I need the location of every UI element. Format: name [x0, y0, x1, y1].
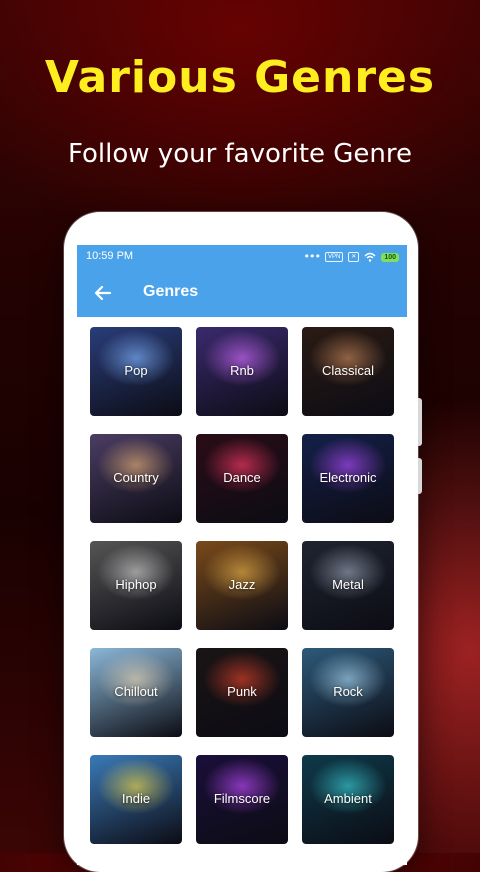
app-bar: Genres	[77, 269, 407, 317]
status-time: 10:59 PM	[86, 250, 134, 262]
promo-headline: Various Genres	[44, 52, 436, 103]
genre-tile-chillout[interactable]: Chillout	[90, 648, 182, 737]
genre-label: Ambient	[324, 791, 372, 806]
vpn-icon: VPN	[324, 252, 344, 262]
genre-label: Pop	[124, 363, 148, 378]
genre-label: Metal	[332, 577, 364, 592]
genre-label: Classical	[321, 363, 374, 378]
genre-tile-jazz[interactable]: Jazz	[196, 541, 288, 630]
genre-grid: Pop Rnb Classical Country Dance Electronic Hip…	[90, 327, 394, 844]
genre-label: Hiphop	[115, 577, 157, 592]
genre-label: Indie	[121, 791, 151, 806]
genre-tile-ambient[interactable]: Ambient	[302, 755, 394, 844]
wifi-icon	[364, 252, 376, 262]
genre-tile-electronic[interactable]: Electronic	[302, 434, 394, 523]
page-title: Genres	[143, 283, 199, 300]
signal-dots-icon: •••	[303, 250, 320, 263]
genre-label: Dance	[223, 470, 261, 485]
status-icons: ••• VPN ✕ 100	[303, 250, 399, 264]
genre-tile-country[interactable]: Country	[90, 434, 182, 523]
genre-tile-rock[interactable]: Rock	[302, 648, 394, 737]
genre-tile-classical[interactable]: Classical	[302, 327, 394, 416]
genre-tile-rnb[interactable]: Rnb	[196, 327, 288, 416]
sim-icon: ✕	[348, 252, 360, 262]
genre-tile-filmscore[interactable]: Filmscore	[196, 755, 288, 844]
genre-tile-dance[interactable]: Dance	[196, 434, 288, 523]
genre-label: Rock	[333, 684, 363, 699]
genre-label: Rnb	[230, 363, 254, 378]
promo-subline: Follow your favorite Genre	[67, 139, 413, 169]
genre-label: Country	[113, 470, 159, 485]
genre-label: Chillout	[114, 684, 158, 699]
genre-tile-indie[interactable]: Indie	[90, 755, 182, 844]
status-bar: 10:59 PM ••• VPN ✕ 100	[77, 245, 407, 269]
battery-icon: 100	[381, 252, 399, 262]
arrow-left-icon	[94, 285, 112, 301]
back-button[interactable]	[91, 281, 115, 305]
genre-label: Electronic	[319, 470, 377, 485]
genre-tile-punk[interactable]: Punk	[196, 648, 288, 737]
genre-tile-hiphop[interactable]: Hiphop	[90, 541, 182, 630]
genre-tile-metal[interactable]: Metal	[302, 541, 394, 630]
phone-volume-button	[418, 458, 422, 494]
app-screen: 10:59 PM ••• VPN ✕ 100 Genres Pop Rnb Clas…	[77, 245, 407, 865]
genre-label: Filmscore	[213, 791, 271, 806]
genre-label: Jazz	[228, 577, 256, 592]
genre-label: Punk	[227, 684, 257, 699]
genre-tile-pop[interactable]: Pop	[90, 327, 182, 416]
phone-power-button	[418, 398, 422, 446]
